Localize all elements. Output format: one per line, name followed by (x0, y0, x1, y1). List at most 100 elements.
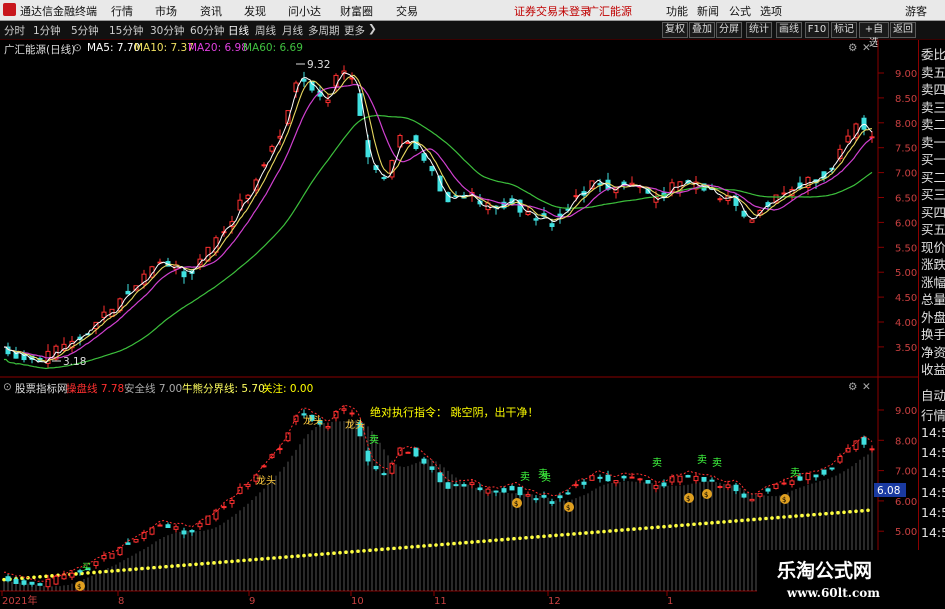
collapse-icon[interactable]: ⊙ (3, 381, 12, 393)
candle-body (221, 506, 227, 509)
candle-body (477, 487, 483, 491)
candle-body (525, 493, 531, 497)
candle-body (373, 465, 379, 470)
quote-field-label: 卖二 (921, 117, 945, 132)
close-icon[interactable]: ✕ (862, 381, 871, 393)
bull-bear-dot (620, 528, 624, 532)
bull-bear-dot (428, 543, 432, 548)
close-icon[interactable]: ✕ (862, 42, 871, 54)
candle-body (749, 498, 755, 502)
sell-signal: 卖 (369, 434, 379, 446)
settings-icon[interactable]: ⚙ (848, 42, 857, 54)
bull-bear-dot (482, 539, 486, 543)
money-bag-icon-glyph: $ (686, 495, 690, 503)
candle-body (229, 499, 235, 504)
kline-chart[interactable]: 9.00 8.50 8.00 7.50 7.00 6.50 6.00 5.50 5.00 4.50… (0, 0, 945, 609)
candle-body (245, 483, 251, 487)
candle-body (621, 475, 627, 479)
x-tick-label: 12 (548, 596, 561, 607)
candle-body (853, 440, 859, 450)
candle-body (381, 473, 387, 476)
sell-signal: 卖 (520, 471, 530, 483)
candle-body (573, 195, 579, 198)
bull-bear-dot (488, 538, 492, 543)
bull-bear-dot (350, 549, 354, 554)
current-value-label: 6.08 (877, 485, 900, 497)
settings-icon[interactable]: ⚙ (848, 381, 857, 393)
candle-body (549, 223, 555, 227)
bull-bear-dot (536, 535, 540, 539)
y-tick-label: 7.00 (895, 467, 917, 478)
bull-bear-dot (662, 524, 666, 529)
candle-body (549, 501, 555, 504)
bull-bear-dot (74, 572, 78, 576)
tick-list-item: 14:50 (921, 465, 945, 480)
bull-bear-dot (38, 574, 42, 579)
quote-field-label: 现价 (921, 239, 945, 255)
candle-body (325, 99, 331, 104)
bull-bear-dot (608, 529, 612, 533)
candle-body (533, 218, 539, 221)
candle-body (413, 447, 419, 457)
chart-title: 广汇能源(日线) (4, 44, 76, 56)
candle-body (357, 93, 363, 116)
candle-body (109, 553, 115, 559)
candle-body (341, 408, 347, 411)
x-tick-label: 9 (249, 596, 255, 607)
candle-body (493, 490, 499, 493)
candle-body (501, 488, 507, 493)
candle-body (701, 476, 707, 482)
candle-body (181, 530, 187, 535)
indicator-title: 股票指标网 (15, 383, 68, 395)
bull-bear-dot (704, 521, 708, 526)
candle-body (685, 475, 691, 478)
bull-bear-dot (326, 551, 330, 556)
candle-body (837, 455, 843, 463)
bull-bear-dot (194, 562, 198, 567)
tick-list-item: 14:50 (921, 525, 945, 540)
candle-body (333, 410, 339, 419)
bull-bear-dot (542, 534, 546, 539)
bull-bear-dot (2, 577, 6, 582)
bull-bear-dot (404, 545, 408, 550)
y-tick-label: 8.50 (895, 94, 917, 105)
bull-bear-dot (164, 564, 168, 569)
collapse-icon[interactable]: ⊙ (73, 42, 82, 54)
candle-body (597, 476, 603, 479)
bull-bear-dot (716, 520, 720, 525)
ma20-legend: MA20: 6.98 (188, 42, 248, 54)
bull-bear-dot (836, 510, 840, 515)
bull-bear-dot (740, 518, 744, 523)
y-tick-label: 8.00 (895, 119, 917, 130)
bull-bear-dot (524, 535, 528, 540)
bull-bear-dot (272, 556, 276, 560)
bull-bear-dot (752, 517, 756, 522)
candle-body (365, 140, 371, 158)
candle-body (725, 484, 731, 489)
bull-bear-dot (362, 548, 366, 553)
candle-body (125, 290, 131, 295)
candle-body (741, 493, 747, 498)
candle-body (789, 480, 795, 485)
bull-bear-dot (242, 558, 246, 563)
candle-body (197, 522, 203, 528)
candle-body (717, 485, 723, 488)
candle-body (405, 451, 411, 454)
bull-bear-dot (548, 534, 552, 538)
y-tick-label: 9.00 (895, 406, 917, 417)
quote-field-label: 卖四 (921, 82, 945, 97)
bull-bear-dot (578, 531, 582, 536)
bull-bear-dot (212, 561, 216, 565)
candle-body (597, 183, 603, 186)
bull-bear-dot (308, 553, 312, 557)
bull-bear-dot (146, 566, 150, 570)
safety-line-legend: 安全线 7.00 (124, 383, 183, 395)
operation-line (4, 404, 873, 583)
bull-bear-dot (236, 559, 240, 563)
bull-bear-dot (392, 546, 396, 551)
y-tick-label: 6.00 (895, 218, 917, 229)
bull-bear-dot (614, 528, 618, 533)
x-tick-label: 1 (667, 596, 673, 607)
candle-body (133, 538, 139, 543)
quote-field-label: 收益 (921, 362, 945, 377)
